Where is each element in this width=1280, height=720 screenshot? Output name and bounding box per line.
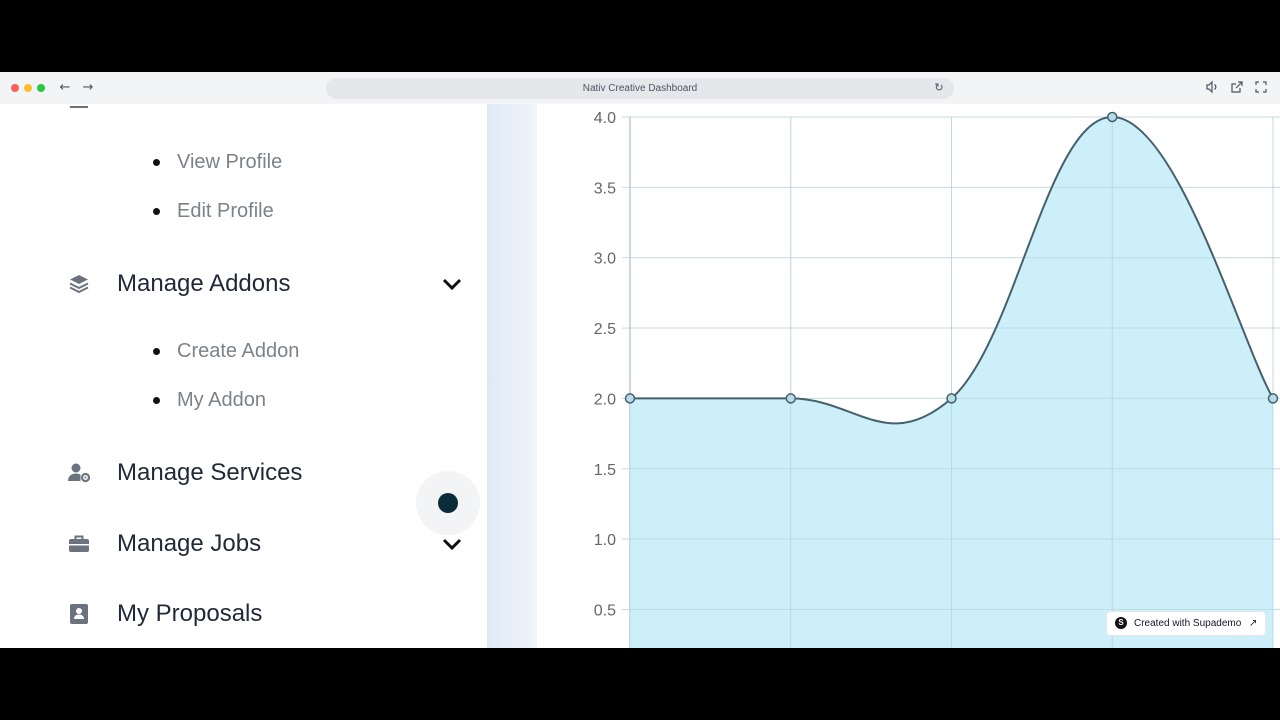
sidebar: View Profile Edit Profile Manage Addons … xyxy=(0,104,487,648)
speaker-icon[interactable] xyxy=(1204,80,1220,96)
supademo-badge[interactable]: S Created with Supademo ↗ xyxy=(1106,611,1266,636)
layers-icon xyxy=(66,271,92,297)
sidebar-subitem-label: View Profile xyxy=(177,151,283,173)
supademo-logo: S xyxy=(1115,617,1127,629)
page-title: Nativ Creative Dashboard xyxy=(582,83,698,94)
spinner-dot xyxy=(438,493,458,513)
sidebar-item-manage-addons[interactable]: Manage Addons xyxy=(66,267,466,301)
y-tick-label: 3.5 xyxy=(594,180,616,197)
arrow-up-right-icon: ↗ xyxy=(1249,618,1258,629)
sidebar-item-manage-services[interactable]: Manage Services xyxy=(66,456,466,490)
supademo-badge-text: Created with Supademo xyxy=(1134,618,1242,629)
address-bar[interactable]: Nativ Creative Dashboard ↻ xyxy=(326,78,954,99)
bullet xyxy=(153,348,160,355)
chevron-down-icon[interactable] xyxy=(440,534,464,554)
sidebar-item-label: Manage Services xyxy=(117,459,303,486)
sidebar-item-my-proposals[interactable]: My Proposals xyxy=(66,597,466,631)
briefcase-icon xyxy=(66,531,92,557)
chart-container: 4.0 3.5 3.0 2.5 2.0 1.5 1.0 0.5 xyxy=(537,104,1280,648)
y-tick-label: 1.5 xyxy=(594,462,616,479)
sidebar-item-label: Manage Jobs xyxy=(117,530,262,557)
bullet xyxy=(153,397,160,404)
y-tick-label: 0.5 xyxy=(594,602,616,619)
data-point xyxy=(785,393,796,404)
fullscreen-icon[interactable] xyxy=(1253,80,1269,96)
y-tick-label: 3.0 xyxy=(594,251,616,268)
close-window-button[interactable] xyxy=(11,84,19,92)
y-tick-label: 2.5 xyxy=(594,321,616,338)
content-gutter xyxy=(487,104,537,648)
sidebar-item-manage-jobs[interactable]: Manage Jobs xyxy=(66,527,466,561)
profile-menu-icon xyxy=(70,102,88,108)
sidebar-item-label: Manage Addons xyxy=(117,270,291,297)
browser-toolbar: ← → Nativ Creative Dashboard ↻ xyxy=(0,72,1280,105)
area-chart: 4.0 3.5 3.0 2.5 2.0 1.5 1.0 0.5 xyxy=(594,110,1280,648)
data-point xyxy=(1267,393,1279,404)
bullet xyxy=(153,159,160,166)
chevron-down-icon[interactable] xyxy=(440,274,464,294)
sidebar-subitem-label: Edit Profile xyxy=(177,200,274,222)
browser-window: ← → Nativ Creative Dashboard ↻ View Prof… xyxy=(0,72,1280,648)
minimize-window-button[interactable] xyxy=(24,84,32,92)
sidebar-subitem-label: My Addon xyxy=(177,389,266,411)
data-point xyxy=(1107,111,1118,123)
user-gear-icon xyxy=(66,460,92,486)
data-point xyxy=(624,393,636,404)
data-point xyxy=(946,393,957,404)
loading-spinner xyxy=(416,471,480,535)
maximize-window-button[interactable] xyxy=(37,84,45,92)
back-arrow-icon[interactable]: ← xyxy=(56,79,74,97)
y-tick-label: 2.0 xyxy=(594,391,616,408)
sidebar-subitem-label: Create Addon xyxy=(177,340,300,362)
sidebar-item-label: My Proposals xyxy=(117,600,263,627)
address-book-icon xyxy=(66,601,92,627)
bullet xyxy=(153,208,160,215)
y-tick-label: 1.0 xyxy=(594,532,616,549)
y-tick-label: 4.0 xyxy=(594,110,616,127)
open-external-icon[interactable] xyxy=(1229,80,1245,96)
forward-arrow-icon[interactable]: → xyxy=(79,79,97,97)
reload-icon[interactable]: ↻ xyxy=(932,81,946,95)
